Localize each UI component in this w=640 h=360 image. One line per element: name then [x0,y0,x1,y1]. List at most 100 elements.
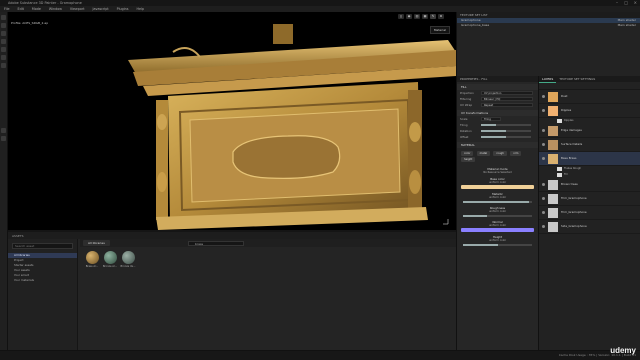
layer-item[interactable]: Base Brass [539,152,640,166]
height-sub: uniform color [488,239,507,242]
chip-metal[interactable]: metal [476,151,491,156]
texture-set-name: Gramophone_base [461,23,490,27]
camera-icon[interactable]: ◉ [406,14,412,19]
tab-layers[interactable]: LAYERS [539,76,557,83]
polygon-fill-icon[interactable] [1,39,6,44]
layer-name: Base Brass [561,156,577,160]
offset-row: Offset [457,134,538,140]
folder-icon [548,194,558,204]
channel-chips: color metal rough nrm height [457,148,538,164]
asset-thumb[interactable]: Brass Ar... [84,251,100,273]
menu-javascript[interactable]: Javascript [93,7,109,11]
roughness-sub: uniform color [488,210,507,213]
clone-tool-icon[interactable] [1,55,6,60]
grid-icon[interactable]: ▦ [422,14,428,19]
viewport-profile-label: Profile: ACES_SRGB_2.ap [11,21,49,25]
brush-icon[interactable]: ✎ [430,14,436,19]
uv-wrap-select[interactable]: Repeat [481,103,533,107]
roughness-channel: Roughness uniform color [461,206,534,213]
close-icon[interactable]: × [634,0,637,5]
eraser-tool-icon[interactable] [1,23,6,28]
visibility-icon[interactable] [542,157,545,160]
projection-tool-icon[interactable] [1,31,6,36]
layers-icon[interactable] [1,136,6,141]
visibility-icon[interactable] [542,225,545,228]
material-mode-select[interactable]: Material [429,26,450,34]
layer-folder[interactable]: Trim_Gramophone [539,192,640,206]
layer-name: Edge damages [561,128,582,132]
texture-set-row[interactable]: Gramophone_base Main shader [457,23,640,28]
visibility-icon[interactable] [542,95,545,98]
shelf-filter-input[interactable]: brass [188,241,244,246]
roughness-slider[interactable] [463,215,532,217]
asset-thumb[interactable]: Bronze Ar... [102,251,118,273]
tool-bar [0,12,8,350]
height-slider[interactable] [463,244,532,246]
picker-tool-icon[interactable] [1,63,6,68]
visibility-icon[interactable] [542,143,545,146]
asset-thumb[interactable]: Bronze Ve... [120,251,136,273]
scale-select[interactable]: Tiling [481,117,501,121]
menu-file[interactable]: File [4,7,10,11]
shelf-search-input[interactable]: Search asset [12,243,73,249]
visibility-icon[interactable] [542,211,545,214]
rotation-label: Rotation [460,129,472,133]
layer-folder[interactable]: Side_Gramophone [539,220,640,234]
layer-thumb [548,140,558,150]
minimize-icon[interactable]: – [616,0,618,5]
layer-item[interactable]: Surface Details [539,138,640,152]
normal-swatch[interactable] [461,228,534,232]
tree-item-your-materials[interactable]: Your materials [8,278,77,283]
pause-icon[interactable]: ‖ [398,14,404,19]
filtering-select[interactable]: Bilinear | HQ [481,97,533,101]
bake-icon[interactable] [1,128,6,133]
rotation-slider[interactable] [481,130,531,132]
menu-viewport[interactable]: Viewport [70,7,85,11]
paint-tool-icon[interactable] [1,15,6,20]
visibility-icon[interactable] [542,129,545,132]
layer-item[interactable]: Ripples [539,104,640,118]
visibility-icon[interactable] [542,183,545,186]
chip-nrm[interactable]: nrm [510,151,522,156]
material-mode[interactable]: Material mode No Resource Selected [461,167,534,174]
texture-set-shader[interactable]: Main shader [618,23,636,28]
layer-thumb [548,106,558,116]
menu-plugins[interactable]: Plugins [117,7,129,11]
metallic-slider[interactable] [463,201,532,203]
base-color-swatch[interactable] [461,185,534,189]
status-bar: Cache Disk Usage : 35% | Version: 10.1.1… [0,350,640,360]
menu-window[interactable]: Window [49,7,62,11]
normal-channel: Normal uniform color [461,220,534,227]
settings-icon[interactable]: ⚙ [438,14,444,19]
split-icon[interactable]: ▥ [414,14,420,19]
maximize-icon[interactable]: □ [624,0,628,5]
layer-folder[interactable]: Trim_Gramophone [539,206,640,220]
properties-title: PROPERTIES - FILL [457,76,538,82]
menu-help[interactable]: Help [136,7,144,11]
layer-item[interactable]: Edge damages [539,124,640,138]
shelf-tabs: All libraries [80,239,456,247]
projection-select[interactable]: UV projection [481,91,533,95]
layer-name: Brown trees [561,182,578,186]
layer-item[interactable]: Dust [539,90,640,104]
menu-edit[interactable]: Edit [18,7,24,11]
visibility-icon[interactable] [542,109,545,112]
effect-name: Ripples [564,119,574,122]
chip-height[interactable]: height [461,157,476,162]
normal-sub: uniform color [488,224,507,227]
offset-slider[interactable] [481,136,531,138]
shelf-tab-all[interactable]: All libraries [83,240,110,246]
3d-viewport[interactable]: ‖ ◉ ▥ ▦ ✎ ⚙ Profile: ACES_SRGB_2.ap Mate… [8,12,456,230]
tiling-slider[interactable] [481,124,531,126]
shelf-content: All libraries brass Brass Ar... Bronze A… [80,239,456,350]
offset-label: Offset [460,135,469,139]
tab-texture-set-settings[interactable]: TEXTURE SET SETTINGS [556,76,598,82]
layer-toolbar [539,82,640,90]
chip-color[interactable]: color [461,151,474,156]
visibility-icon[interactable] [542,197,545,200]
menu-mode[interactable]: Mode [32,7,41,11]
assets-shelf: ASSETS Search asset All libraries Projec… [8,230,456,352]
layer-folder[interactable]: Brown trees [539,178,640,192]
chip-rough[interactable]: rough [493,151,507,156]
smudge-tool-icon[interactable] [1,47,6,52]
